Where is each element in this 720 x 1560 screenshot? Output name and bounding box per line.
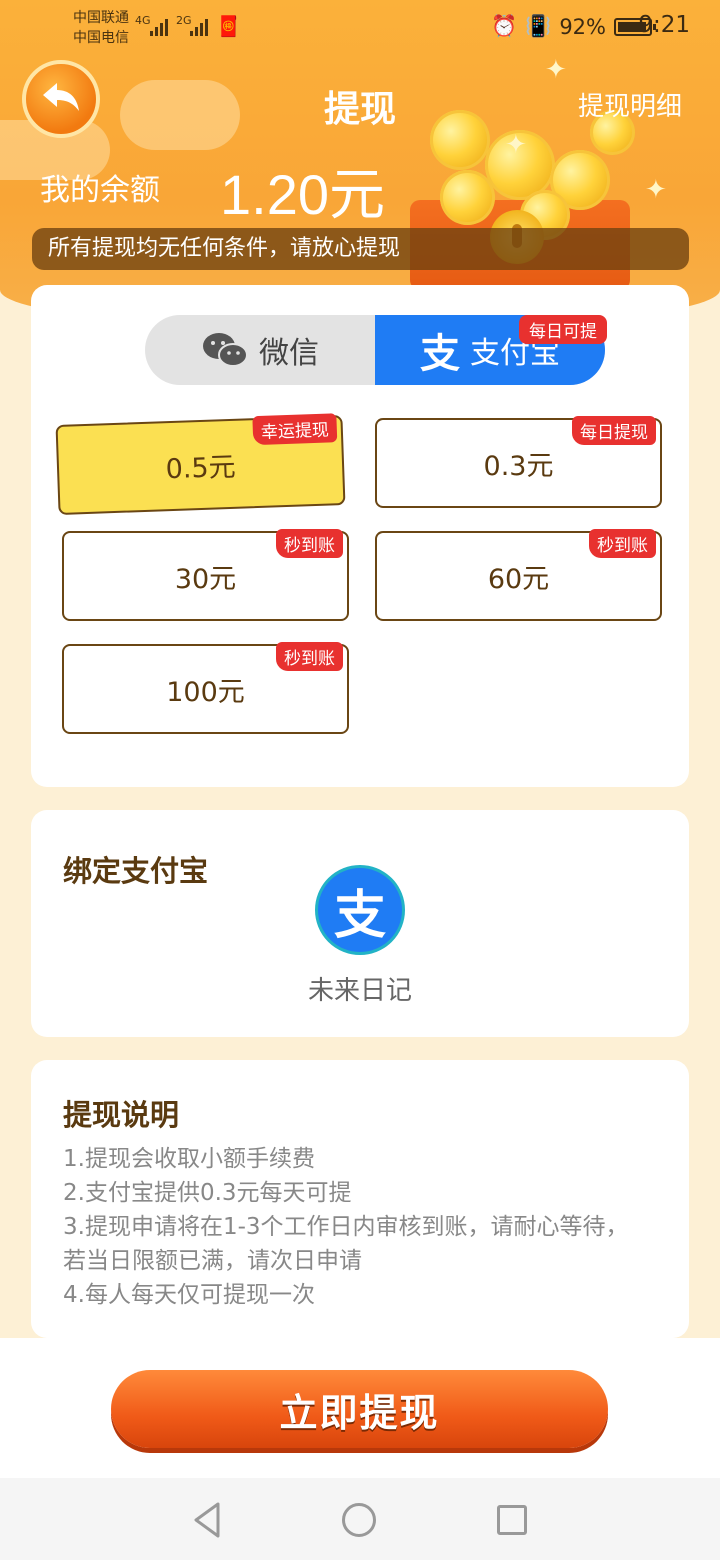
instruction-item: 2.支付宝提供0.3元每天可提 (63, 1180, 352, 1206)
amount-option-1[interactable]: 0.3元 每日提现 (375, 416, 662, 508)
signal-icon (190, 16, 208, 36)
nav-recents-icon[interactable] (497, 1505, 527, 1535)
bottom-action-area: 立即提现 (0, 1338, 720, 1478)
balance-label: 我的余额 (40, 173, 160, 208)
carrier-labels: 中国联通 中国电信 (73, 8, 129, 48)
amount-tag: 每日提现 (572, 416, 656, 445)
carrier-2: 中国电信 (73, 30, 129, 46)
nav-home-icon[interactable] (342, 1503, 376, 1537)
daily-available-badge: 每日可提 (519, 315, 607, 344)
alipay-icon: 支 (333, 885, 386, 946)
bound-account-name: 未来日记 (307, 976, 412, 1006)
amount-tag: 秒到账 (589, 529, 656, 558)
status-right-group: ⏰ 📳 92% (491, 14, 656, 39)
tab-wechat-label: 微信 (259, 336, 319, 371)
wechat-icon (203, 333, 248, 367)
amount-label: 100元 (166, 676, 245, 708)
battery-percent: 92% (559, 14, 606, 39)
bind-alipay-card: 绑定支付宝 支 未来日记 (31, 810, 689, 1037)
amount-label: 0.5元 (165, 451, 237, 485)
instructions-title: 提现说明 (63, 1098, 180, 1132)
instruction-item: 4.每人每天仅可提现一次 (63, 1282, 315, 1308)
network-type-1: 4G (135, 14, 151, 27)
withdraw-now-button[interactable]: 立即提现 (111, 1370, 608, 1448)
tab-wechat[interactable]: 微信 (145, 315, 375, 385)
amount-tag: 秒到账 (276, 529, 343, 558)
amount-label: 60元 (487, 563, 550, 595)
notice-bar: 所有提现均无任何条件，请放心提现 (32, 228, 689, 270)
instruction-item: 3.提现申请将在1-3个工作日内审核到账，请耐心等待，若当日限额已满，请次日申请 (63, 1214, 629, 1274)
alipay-avatar[interactable]: 支 (315, 865, 405, 955)
app-notification-icon: 🧧 (216, 14, 241, 38)
payment-method-tabs: 微信 支 支付宝 每日可提 (145, 315, 607, 385)
nav-back-icon[interactable] (188, 1500, 228, 1540)
vibrate-icon: 📳 (525, 14, 552, 38)
tab-alipay[interactable]: 支 支付宝 每日可提 (375, 315, 607, 385)
amount-option-3[interactable]: 60元 秒到账 (375, 529, 662, 621)
amount-tag: 幸运提现 (252, 413, 338, 446)
amount-label: 30元 (174, 563, 237, 595)
bind-title: 绑定支付宝 (63, 854, 209, 888)
amount-option-0[interactable]: 0.5元 幸运提现 (55, 413, 346, 515)
status-bar: 中国联通 中国电信 4G 2G 🧧 ⏰ 📳 92% 9:21 (0, 0, 720, 56)
amount-label: 0.3元 (483, 450, 554, 482)
clock: 9:21 (638, 12, 690, 38)
instructions-list: 1.提现会收取小额手续费 2.支付宝提供0.3元每天可提 3.提现申请将在1-3… (63, 1142, 633, 1312)
amount-option-4[interactable]: 100元 秒到账 (62, 642, 349, 734)
withdraw-options-card: 微信 支 支付宝 每日可提 0.5元 幸运提现 0.3元 每日提现 30元 秒到… (31, 285, 689, 787)
instruction-item: 1.提现会收取小额手续费 (63, 1146, 315, 1172)
alarm-icon: ⏰ (491, 14, 518, 38)
amount-option-2[interactable]: 30元 秒到账 (62, 529, 349, 621)
system-navigation-bar (0, 1478, 720, 1560)
signal-icon (150, 16, 168, 36)
withdraw-history-link[interactable]: 提现明细 (578, 86, 682, 123)
alipay-icon: 支 (420, 331, 460, 377)
balance-value: 1.20元 (220, 163, 385, 226)
carrier-1: 中国联通 (73, 10, 129, 26)
amount-tag: 秒到账 (276, 642, 343, 671)
instructions-card: 提现说明 1.提现会收取小额手续费 2.支付宝提供0.3元每天可提 3.提现申请… (31, 1060, 689, 1338)
